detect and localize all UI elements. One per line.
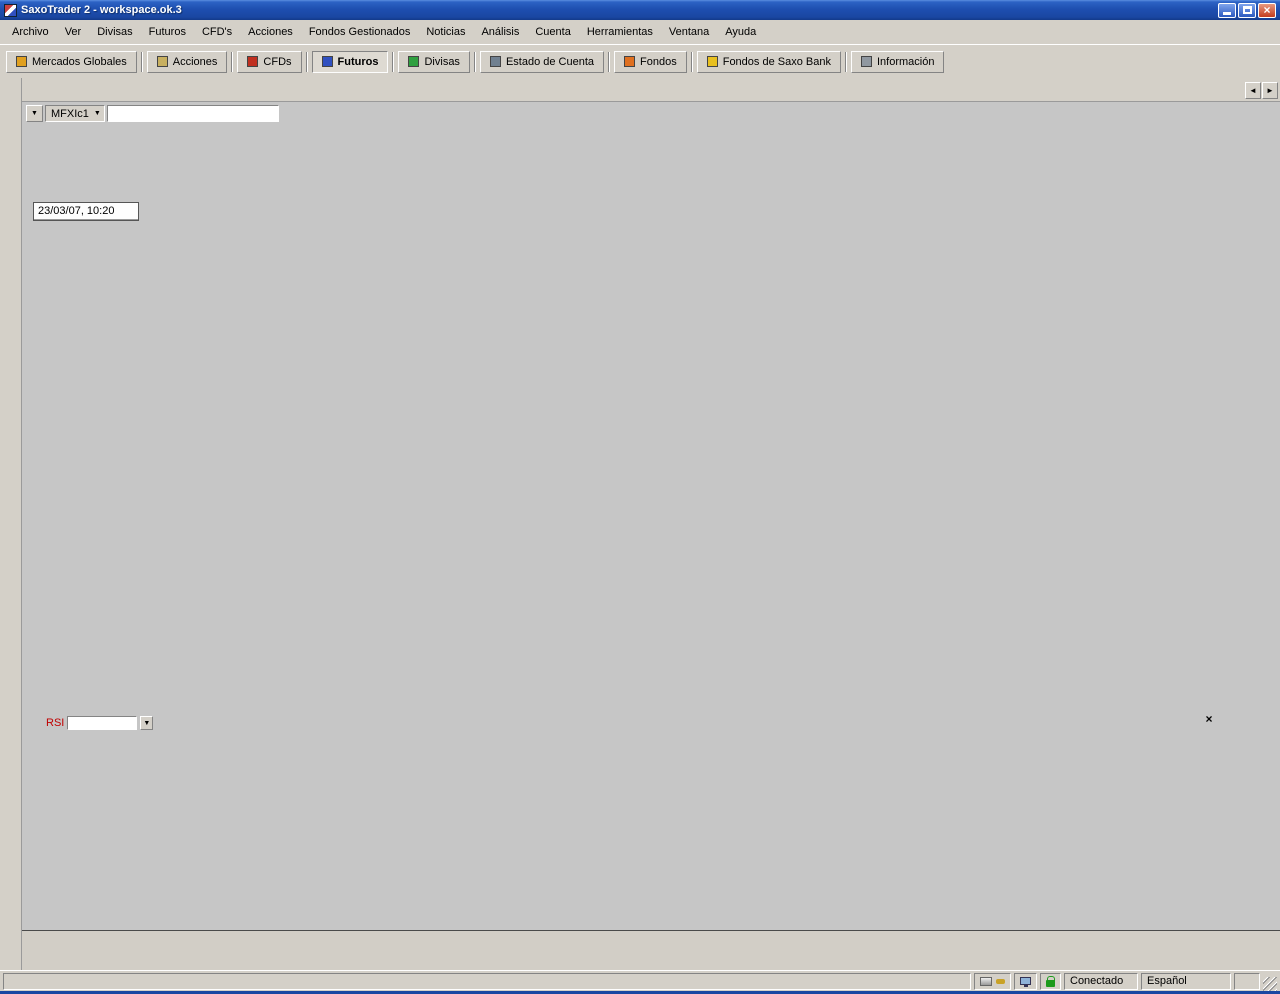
toolbar-button-estado-de-cuenta[interactable]: Estado de Cuenta bbox=[480, 51, 604, 73]
chart-legend: 23/03/07, 10:20 bbox=[33, 202, 139, 221]
chart-controls: ▼ MFXIc1 ▼ bbox=[26, 105, 279, 122]
account-icon bbox=[490, 56, 501, 67]
device-icon bbox=[980, 977, 992, 986]
menu-item-futuros[interactable]: Futuros bbox=[141, 23, 194, 41]
saxo-funds-icon bbox=[707, 56, 718, 67]
rsi-label: RSI bbox=[46, 717, 64, 729]
chart-canvas[interactable] bbox=[22, 102, 1218, 930]
status-lock-panel bbox=[1040, 973, 1061, 990]
toolbar-button-label: Mercados Globales bbox=[32, 56, 127, 68]
info-icon bbox=[861, 56, 872, 67]
toolbar-button-label: Futuros bbox=[338, 56, 379, 68]
toolbar-button-label: CFDs bbox=[263, 56, 291, 68]
toolbar-separator bbox=[845, 52, 847, 72]
toolbar-separator bbox=[231, 52, 233, 72]
toolbar-button-fondos-de-saxo-bank[interactable]: Fondos de Saxo Bank bbox=[697, 51, 841, 73]
menu-item-fondos-gestionados[interactable]: Fondos Gestionados bbox=[301, 23, 419, 41]
close-icon: × bbox=[1263, 4, 1270, 16]
menu-item-cuenta[interactable]: Cuenta bbox=[527, 23, 578, 41]
status-network-panel bbox=[1014, 973, 1037, 990]
sidebar bbox=[0, 78, 22, 970]
chevron-down-icon: ▼ bbox=[94, 110, 101, 117]
instrument-combo-value: MFXIc1 bbox=[51, 108, 89, 120]
legend-timestamp: 23/03/07, 10:20 bbox=[34, 203, 138, 220]
menu-item-an-lisis[interactable]: Análisis bbox=[473, 23, 527, 41]
toolbar-button-futuros[interactable]: Futuros bbox=[312, 51, 389, 73]
app-icon bbox=[4, 4, 17, 17]
stocks-icon bbox=[157, 56, 168, 67]
tab-scroll-buttons: ◄ ► bbox=[1245, 82, 1280, 101]
tab-scroll-left-button[interactable]: ◄ bbox=[1245, 82, 1261, 99]
globe-icon bbox=[16, 56, 27, 67]
instrument-combo[interactable]: MFXIc1 ▼ bbox=[45, 105, 105, 122]
maximize-icon bbox=[1243, 6, 1252, 14]
menu-item-noticias[interactable]: Noticias bbox=[418, 23, 473, 41]
rsi-close-button[interactable]: × bbox=[1202, 713, 1216, 727]
key-icon bbox=[996, 979, 1005, 984]
rsi-dropdown-button[interactable]: ▼ bbox=[140, 716, 153, 730]
toolbar-separator bbox=[306, 52, 308, 72]
tab-scroll-right-button[interactable]: ► bbox=[1262, 82, 1278, 99]
toolbar-button-acciones[interactable]: Acciones bbox=[147, 51, 228, 73]
cfd-icon bbox=[247, 56, 258, 67]
resize-grip[interactable] bbox=[1263, 977, 1277, 991]
menu-item-ver[interactable]: Ver bbox=[57, 23, 90, 41]
connection-status: Conectado bbox=[1064, 973, 1138, 990]
menu-item-cfd-s[interactable]: CFD's bbox=[194, 23, 240, 41]
lock-icon bbox=[1046, 980, 1055, 987]
status-bar: Conectado Español bbox=[0, 970, 1280, 991]
toolbar-button-label: Estado de Cuenta bbox=[506, 56, 594, 68]
window-title: SaxoTrader 2 - workspace.ok.3 bbox=[21, 4, 1218, 16]
menu-bar: ArchivoVerDivisasFuturosCFD'sAccionesFon… bbox=[0, 20, 1280, 44]
time-axis bbox=[22, 930, 1280, 970]
tab-strip: ◄ ► bbox=[22, 78, 1280, 102]
toolbar: Mercados Globales Acciones CFDs Futuros Divi… bbox=[0, 44, 1280, 78]
minimize-icon bbox=[1223, 12, 1231, 15]
chart-area: ▼ MFXIc1 ▼ 23/03/07, 10:20 RSI ▼ × bbox=[22, 102, 1280, 970]
close-button[interactable]: × bbox=[1258, 3, 1276, 18]
toolbar-separator bbox=[691, 52, 693, 72]
title-bar: SaxoTrader 2 - workspace.ok.3 × bbox=[0, 0, 1280, 20]
status-extra-panel bbox=[1234, 973, 1260, 990]
menu-item-herramientas[interactable]: Herramientas bbox=[579, 23, 661, 41]
toolbar-separator bbox=[141, 52, 143, 72]
toolbar-separator bbox=[392, 52, 394, 72]
toolbar-button-label: Divisas bbox=[424, 56, 459, 68]
price-axis bbox=[1218, 102, 1280, 930]
funds-icon bbox=[624, 56, 635, 67]
menu-item-acciones[interactable]: Acciones bbox=[240, 23, 301, 41]
maximize-button[interactable] bbox=[1238, 3, 1256, 18]
toolbar-button-cfds[interactable]: CFDs bbox=[237, 51, 301, 73]
menu-item-ventana[interactable]: Ventana bbox=[661, 23, 717, 41]
menu-item-ayuda[interactable]: Ayuda bbox=[717, 23, 764, 41]
instrument-list-button[interactable]: ▼ bbox=[26, 105, 43, 122]
toolbar-button-divisas[interactable]: Divisas bbox=[398, 51, 469, 73]
toolbar-button-label: Información bbox=[877, 56, 934, 68]
toolbar-button-label: Fondos de Saxo Bank bbox=[723, 56, 831, 68]
toolbar-separator bbox=[474, 52, 476, 72]
status-message-panel bbox=[3, 973, 971, 990]
toolbar-button-fondos[interactable]: Fondos bbox=[614, 51, 687, 73]
toolbar-separator bbox=[608, 52, 610, 72]
rsi-input[interactable] bbox=[67, 716, 137, 730]
toolbar-button-informaci-n[interactable]: Información bbox=[851, 51, 944, 73]
menu-item-archivo[interactable]: Archivo bbox=[4, 23, 57, 41]
status-devices-panel bbox=[974, 973, 1011, 990]
fx-icon bbox=[408, 56, 419, 67]
language-status: Español bbox=[1141, 973, 1231, 990]
minimize-button[interactable] bbox=[1218, 3, 1236, 18]
rsi-controls: RSI ▼ bbox=[46, 716, 153, 730]
toolbar-button-mercados-globales[interactable]: Mercados Globales bbox=[6, 51, 137, 73]
instrument-search-input[interactable] bbox=[107, 105, 279, 122]
toolbar-button-label: Acciones bbox=[173, 56, 218, 68]
futures-icon bbox=[322, 56, 333, 67]
menu-item-divisas[interactable]: Divisas bbox=[89, 23, 140, 41]
monitor-icon bbox=[1020, 977, 1031, 985]
toolbar-button-label: Fondos bbox=[640, 56, 677, 68]
